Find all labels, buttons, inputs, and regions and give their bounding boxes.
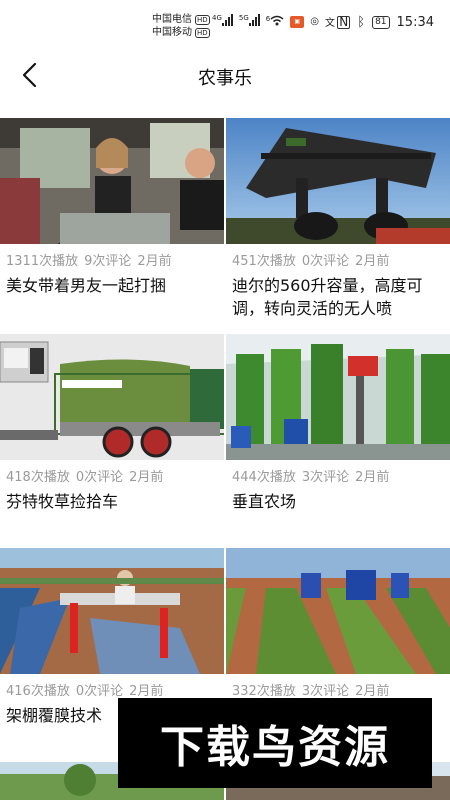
post-age: 2月前 bbox=[355, 470, 390, 485]
video-meta: 451次播放 0次评论 2月前 bbox=[232, 250, 395, 269]
carrier-2: 中国移动 bbox=[152, 27, 192, 38]
play-count: 418次播放 bbox=[6, 470, 70, 485]
signal-icons: 4G 5G 6 ▣ ◎ 文 bbox=[212, 14, 335, 29]
video-thumbnail[interactable] bbox=[226, 334, 450, 460]
video-meta: 1311次播放 9次评论 2月前 bbox=[6, 250, 178, 269]
post-age: 2月前 bbox=[355, 684, 390, 699]
comment-count: 0次评论 bbox=[75, 470, 124, 485]
app-notification-icon: ▣ bbox=[290, 15, 305, 28]
video-meta: 444次播放 3次评论 2月前 bbox=[232, 466, 395, 485]
comment-count: 0次评论 bbox=[75, 684, 124, 699]
play-count: 416次播放 bbox=[6, 684, 70, 699]
wechat-icon: ◎ bbox=[310, 16, 319, 27]
video-card[interactable]: 444次播放 3次评论 2月前 垂直农场 bbox=[226, 334, 450, 548]
play-count: 444次播放 bbox=[232, 470, 296, 485]
video-title[interactable]: 垂直农场 bbox=[232, 490, 444, 513]
bluetooth-icon: ᛒ bbox=[357, 15, 366, 30]
watermark-banner: 下载鸟资源 bbox=[118, 698, 432, 788]
post-age: 2月前 bbox=[355, 254, 390, 269]
post-age: 2月前 bbox=[129, 470, 164, 485]
video-card[interactable]: 418次播放 0次评论 2月前 芬特牧草捡拾车 bbox=[0, 334, 224, 548]
play-count: 332次播放 bbox=[232, 684, 296, 699]
signal-2: 5G bbox=[239, 14, 260, 29]
comment-count: 3次评论 bbox=[301, 470, 350, 485]
comment-count: 0次评论 bbox=[301, 254, 350, 269]
nfc-icon: N bbox=[337, 15, 351, 29]
hd-badge: HD bbox=[195, 27, 210, 38]
video-meta: 416次播放 0次评论 2月前 bbox=[6, 680, 169, 699]
post-age: 2月前 bbox=[137, 254, 172, 269]
video-meta: 332次播放 3次评论 2月前 bbox=[232, 680, 395, 699]
wifi-icon: 6 bbox=[266, 15, 284, 29]
video-thumbnail[interactable] bbox=[226, 548, 450, 674]
status-bar: 中国电信 HD 中国移动 HD 4G 5G 6 ▣ ◎ 文 N ᛒ 81 15:34 bbox=[0, 0, 450, 44]
video-title[interactable]: 美女带着男友一起打捆 bbox=[6, 274, 218, 297]
signal-1: 4G bbox=[212, 14, 233, 29]
text-icon: 文 bbox=[324, 18, 335, 29]
video-title[interactable]: 迪尔的560升容量，高度可调，转向灵活的无人喷 bbox=[232, 274, 444, 320]
battery-icon: 81 bbox=[372, 16, 390, 29]
comment-count: 9次评论 bbox=[84, 254, 132, 269]
header: 农事乐 bbox=[0, 44, 450, 108]
play-count: 451次播放 bbox=[232, 254, 296, 269]
video-thumbnail[interactable] bbox=[0, 118, 224, 244]
carrier-1: 中国电信 bbox=[152, 14, 192, 25]
video-thumbnail[interactable] bbox=[0, 334, 224, 460]
video-thumbnail[interactable] bbox=[0, 548, 224, 674]
page-title: 农事乐 bbox=[198, 68, 252, 89]
comment-count: 3次评论 bbox=[301, 684, 350, 699]
video-thumbnail[interactable] bbox=[226, 118, 450, 244]
video-card[interactable]: 1311次播放 9次评论 2月前 美女带着男友一起打捆 bbox=[0, 118, 224, 332]
clock: 15:34 bbox=[396, 15, 434, 30]
status-right: N ᛒ 81 15:34 bbox=[337, 15, 434, 30]
hd-badge: HD bbox=[195, 14, 210, 25]
video-card[interactable]: 451次播放 0次评论 2月前 迪尔的560升容量，高度可调，转向灵活的无人喷 bbox=[226, 118, 450, 332]
post-age: 2月前 bbox=[129, 684, 164, 699]
carrier-info: 中国电信 HD 中国移动 HD bbox=[152, 13, 210, 39]
video-title[interactable]: 芬特牧草捡拾车 bbox=[6, 490, 218, 513]
play-count: 1311次播放 bbox=[6, 254, 79, 269]
video-meta: 418次播放 0次评论 2月前 bbox=[6, 466, 169, 485]
